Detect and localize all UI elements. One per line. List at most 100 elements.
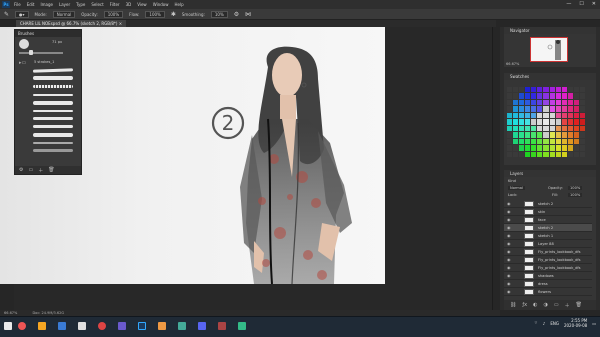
- color-swatch[interactable]: [567, 132, 573, 138]
- flow-field[interactable]: 100%: [145, 10, 165, 18]
- brush-stroke-preview[interactable]: [33, 125, 73, 128]
- blend-mode-select[interactable]: Normal: [508, 186, 526, 190]
- delete-layer-icon[interactable]: 🗑: [576, 302, 582, 308]
- photoshop-taskbar-icon[interactable]: [138, 322, 146, 330]
- color-swatch[interactable]: [579, 93, 585, 99]
- color-swatch[interactable]: [555, 93, 561, 99]
- color-swatch[interactable]: [567, 99, 573, 106]
- color-swatch[interactable]: [573, 138, 579, 145]
- color-swatch[interactable]: [567, 138, 573, 145]
- volume-icon[interactable]: ♪: [543, 321, 546, 326]
- color-swatch[interactable]: [513, 119, 519, 125]
- color-swatch[interactable]: [525, 99, 531, 106]
- visibility-eye-icon[interactable]: ◉: [507, 256, 511, 264]
- color-swatch[interactable]: [519, 145, 525, 151]
- visibility-eye-icon[interactable]: ◉: [507, 280, 511, 288]
- color-swatch[interactable]: [537, 112, 543, 119]
- color-swatch[interactable]: [513, 138, 519, 145]
- color-swatch[interactable]: [507, 132, 513, 138]
- color-swatch[interactable]: [555, 106, 561, 112]
- app-icon[interactable]: [18, 322, 26, 330]
- color-swatch[interactable]: [561, 132, 567, 138]
- color-swatch[interactable]: [507, 112, 513, 119]
- color-swatch[interactable]: [525, 132, 531, 138]
- color-swatch[interactable]: [579, 99, 585, 106]
- fx-icon[interactable]: ƒx: [522, 302, 527, 308]
- color-swatch[interactable]: [549, 125, 555, 132]
- color-swatch[interactable]: [531, 125, 537, 132]
- notification-icon[interactable]: ▭: [592, 321, 596, 326]
- color-swatch[interactable]: [543, 138, 549, 145]
- mask-icon[interactable]: ◐: [533, 302, 537, 308]
- color-swatch[interactable]: [543, 99, 549, 106]
- menu-view[interactable]: View: [137, 2, 147, 7]
- color-swatch[interactable]: [579, 138, 585, 145]
- visibility-eye-icon[interactable]: ◉: [507, 264, 511, 272]
- color-swatch[interactable]: [513, 87, 519, 93]
- color-swatch[interactable]: [549, 138, 555, 145]
- visibility-eye-icon[interactable]: ◉: [507, 224, 511, 232]
- visibility-eye-icon[interactable]: ◉: [507, 208, 511, 216]
- app-icon[interactable]: [58, 322, 66, 330]
- menu-3d[interactable]: 3D: [126, 2, 132, 7]
- brush-stroke-preview[interactable]: [33, 101, 73, 105]
- color-swatch[interactable]: [531, 145, 537, 151]
- color-swatch[interactable]: [525, 106, 531, 112]
- brush-stroke-preview[interactable]: [33, 94, 73, 96]
- color-swatch[interactable]: [525, 119, 531, 125]
- swatch-grid[interactable]: [507, 87, 585, 157]
- color-swatch[interactable]: [543, 106, 549, 112]
- color-swatch[interactable]: [519, 138, 525, 145]
- menu-edit[interactable]: Edit: [27, 2, 35, 7]
- color-swatch[interactable]: [531, 132, 537, 138]
- color-swatch[interactable]: [537, 138, 543, 145]
- color-swatch[interactable]: [543, 151, 549, 157]
- color-swatch[interactable]: [531, 99, 537, 106]
- layer-row[interactable]: ◉ skin: [504, 208, 592, 216]
- menu-select[interactable]: Select: [91, 2, 103, 7]
- color-swatch[interactable]: [507, 99, 513, 106]
- color-swatch[interactable]: [513, 99, 519, 106]
- color-swatch[interactable]: [543, 132, 549, 138]
- color-swatch[interactable]: [519, 151, 525, 157]
- photoshop-logo-icon[interactable]: Ps: [2, 1, 10, 8]
- color-swatch[interactable]: [513, 151, 519, 157]
- color-swatch[interactable]: [549, 106, 555, 112]
- color-swatch[interactable]: [537, 119, 543, 125]
- color-swatch[interactable]: [507, 125, 513, 132]
- color-swatch[interactable]: [537, 87, 543, 93]
- clock[interactable]: 2:55 PM 2020-09-08: [564, 318, 587, 328]
- new-layer-icon[interactable]: ＋: [565, 302, 570, 309]
- layer-row[interactable]: ◉ shadows: [504, 272, 592, 280]
- color-swatch[interactable]: [543, 87, 549, 93]
- visibility-eye-icon[interactable]: ◉: [507, 248, 511, 256]
- color-swatch[interactable]: [555, 151, 561, 157]
- layer-row[interactable]: ◉ dress: [504, 280, 592, 288]
- color-swatch[interactable]: [561, 119, 567, 125]
- color-swatch[interactable]: [543, 125, 549, 132]
- layer-row[interactable]: ◉ flowers: [504, 288, 592, 296]
- color-swatch[interactable]: [519, 93, 525, 99]
- app-icon[interactable]: [238, 322, 246, 330]
- color-swatch[interactable]: [513, 125, 519, 132]
- visibility-eye-icon[interactable]: ◉: [507, 200, 511, 208]
- menu-help[interactable]: Help: [174, 2, 183, 7]
- color-swatch[interactable]: [573, 132, 579, 138]
- color-swatch[interactable]: [525, 151, 531, 157]
- color-swatch[interactable]: [537, 151, 543, 157]
- color-swatch[interactable]: [555, 125, 561, 132]
- color-swatch[interactable]: [579, 112, 585, 119]
- color-swatch[interactable]: [549, 132, 555, 138]
- color-swatch[interactable]: [573, 87, 579, 93]
- color-swatch[interactable]: [549, 151, 555, 157]
- color-swatch[interactable]: [567, 112, 573, 119]
- color-swatch[interactable]: [513, 112, 519, 119]
- visibility-eye-icon[interactable]: ◉: [507, 272, 511, 280]
- layer-row[interactable]: ◉ sketch 2: [504, 224, 592, 232]
- color-swatch[interactable]: [561, 125, 567, 132]
- app-icon[interactable]: [38, 322, 46, 330]
- brush-stroke-preview[interactable]: [33, 85, 73, 88]
- windows-start-icon[interactable]: [4, 322, 12, 330]
- symmetry-icon[interactable]: ⋈: [245, 11, 251, 18]
- color-swatch[interactable]: [507, 93, 513, 99]
